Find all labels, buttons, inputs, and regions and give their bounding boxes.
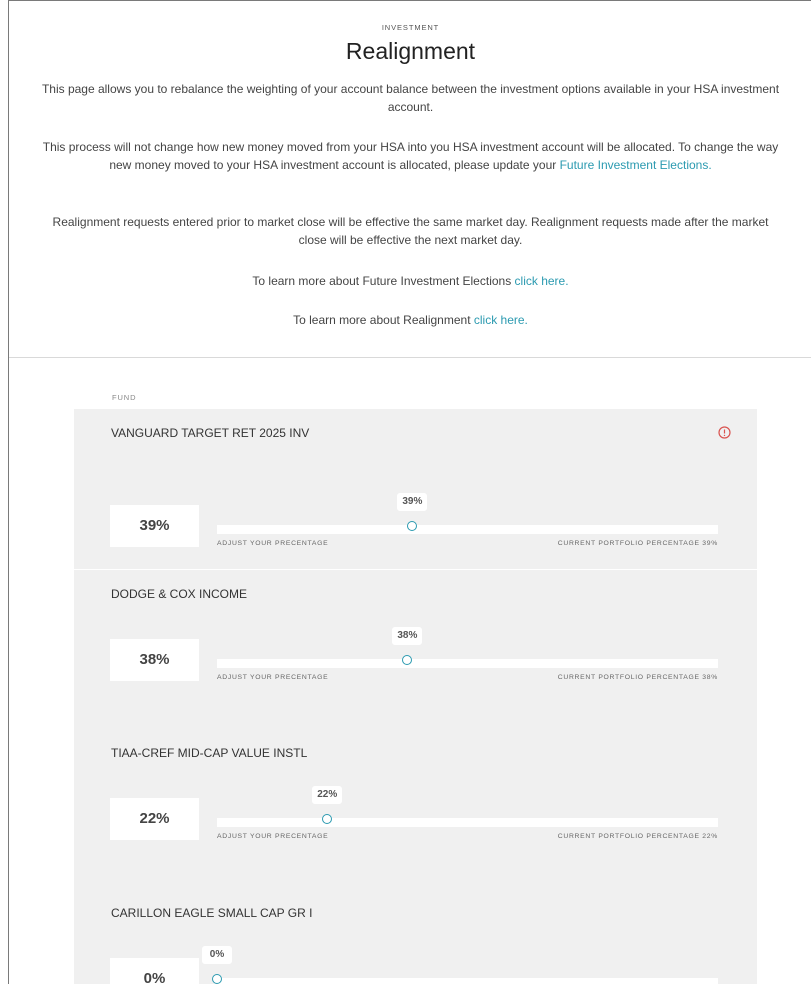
fund-card: VANGUARD TARGET RET 2025 INV 39% 39% ADJ… xyxy=(74,409,757,569)
percentage-slider-track[interactable] xyxy=(217,978,718,984)
learn-realign-note: To learn more about Realignment click he… xyxy=(39,311,782,329)
fund-card: TIAA-CREF MID-CAP VALUE INSTL 22% 22% AD… xyxy=(74,729,757,889)
slider-value-bubble: 38% xyxy=(392,627,423,645)
page-header: INVESTMENT Realignment This page allows … xyxy=(9,1,811,357)
slider-value-bubble: 0% xyxy=(202,946,232,964)
future-elections-link[interactable]: Future Investment Elections. xyxy=(560,158,712,172)
fund-name: TIAA-CREF MID-CAP VALUE INSTL xyxy=(111,746,308,760)
learn-realign-text: To learn more about Realignment xyxy=(293,313,474,327)
page-title: Realignment xyxy=(345,38,476,64)
percentage-slider-track[interactable] xyxy=(217,659,718,668)
current-percentage-label: CURRENT PORTFOLIO PERCENTAGE 38% xyxy=(557,674,718,681)
percentage-slider-track[interactable] xyxy=(217,525,718,534)
slider-value-bubble: 22% xyxy=(312,786,343,804)
fund-column-label: FUND xyxy=(112,393,137,402)
adjust-percentage-label: ADJUST YOUR PRECENTAGE xyxy=(217,674,329,681)
fund-name: DODGE & COX INCOME xyxy=(111,587,248,601)
percentage-input[interactable]: 39% xyxy=(110,505,199,547)
realignment-page: INVESTMENT Realignment This page allows … xyxy=(8,0,811,984)
section-divider xyxy=(9,357,811,358)
learn-future-link[interactable]: click here. xyxy=(515,274,569,288)
percentage-input[interactable]: 38% xyxy=(110,639,199,681)
adjust-percentage-label: ADJUST YOUR PRECENTAGE xyxy=(217,833,329,840)
learn-future-note: To learn more about Future Investment El… xyxy=(39,272,782,290)
fund-card: CARILLON EAGLE SMALL CAP GR I 0% 0% xyxy=(74,889,757,984)
learn-future-text: To learn more about Future Investment El… xyxy=(252,274,515,288)
current-percentage-label: CURRENT PORTFOLIO PERCENTAGE 22% xyxy=(557,833,718,840)
percentage-slider-track[interactable] xyxy=(217,818,718,827)
current-percentage-label: CURRENT PORTFOLIO PERCENTAGE 39% xyxy=(557,540,718,547)
adjust-percentage-label: ADJUST YOUR PRECENTAGE xyxy=(217,540,329,547)
alert-icon[interactable] xyxy=(718,426,731,439)
fund-name: VANGUARD TARGET RET 2025 INV xyxy=(111,426,310,440)
timing-note: Realignment requests entered prior to ma… xyxy=(52,215,769,247)
process-note: This process will not change how new mon… xyxy=(39,138,782,174)
percentage-input[interactable]: 0% xyxy=(110,958,199,984)
percentage-input[interactable]: 22% xyxy=(110,798,199,840)
learn-realign-link[interactable]: click here. xyxy=(474,313,528,327)
intro-text: This page allows you to rebalance the we… xyxy=(41,82,780,114)
fund-card: DODGE & COX INCOME 38% 38% ADJUST YOUR P… xyxy=(74,569,757,730)
slider-value-bubble: 39% xyxy=(397,493,428,511)
section-eyebrow: INVESTMENT xyxy=(381,23,440,32)
fund-name: CARILLON EAGLE SMALL CAP GR I xyxy=(111,906,313,920)
